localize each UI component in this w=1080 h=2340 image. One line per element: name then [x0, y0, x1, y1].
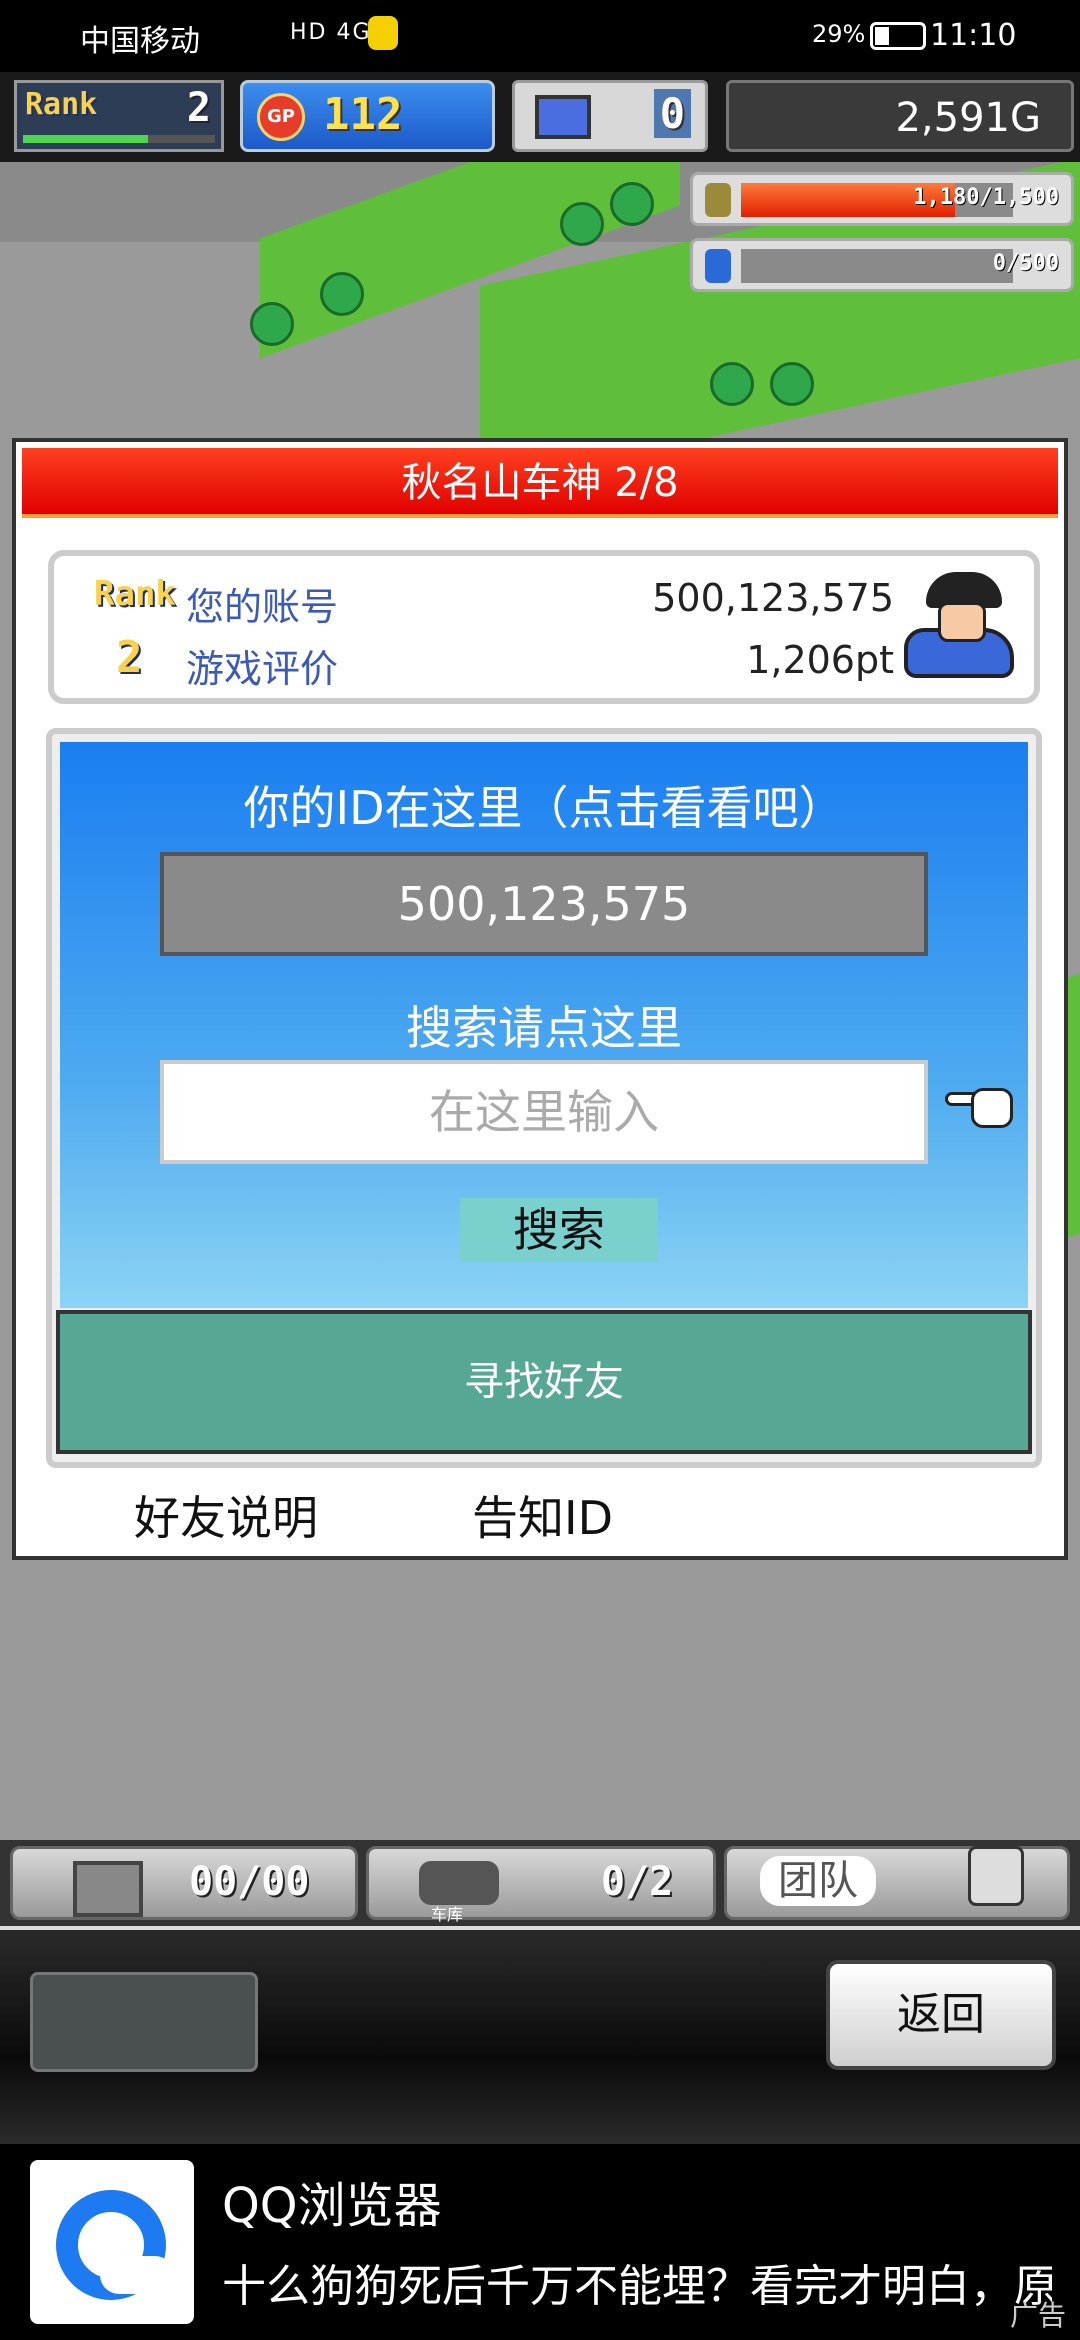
fuel-value: 1,180/1,500 [913, 185, 1059, 210]
status-bar: 中国移动 HD 4G 29% 11:10 [0, 0, 1080, 72]
face-sprite [938, 602, 986, 642]
search-input[interactable]: 在这里输入 [160, 1060, 928, 1164]
account-label: 您的账号 [186, 585, 339, 629]
player-info-card: Rank 2 您的账号 500,123,575 游戏评价 1,206pt [48, 550, 1040, 704]
top-hud: Rank 2 GP 112 0 2,591G [0, 72, 1080, 162]
bush [560, 202, 604, 246]
gp-panel[interactable]: GP 112 [240, 80, 495, 152]
bush [250, 302, 294, 346]
bush [710, 362, 754, 406]
pointing-hand-icon [945, 1082, 1015, 1132]
computer-icon [535, 95, 591, 139]
clock: 11:10 [930, 18, 1017, 53]
find-friend-button[interactable]: 寻找好友 [56, 1310, 1032, 1454]
menu-placeholder-button[interactable] [30, 1972, 258, 2072]
garage-stat[interactable]: 车库 0/2 [366, 1846, 716, 1924]
carrier-label: 中国移动 [80, 24, 200, 59]
crate-icon [73, 1861, 143, 1917]
energy-bar: 0/500 [690, 238, 1074, 292]
energy-value: 0/500 [992, 251, 1059, 276]
rank-value: 2 [116, 632, 143, 683]
ad-banner[interactable]: QQ浏览器 十么狗狗死后千万不能埋？看完才明白，原来 广告 [0, 2144, 1080, 2340]
rating-value: 1,206pt [746, 638, 894, 682]
gold-value: 2,591G [895, 95, 1041, 141]
my-id-field[interactable]: 500,123,575 [160, 852, 928, 956]
energy-track [741, 249, 1013, 283]
bush [610, 182, 654, 226]
logo-cloud [100, 2256, 174, 2294]
garage-value: 0/2 [601, 1859, 674, 1905]
app-notification-icon [368, 16, 398, 50]
garage-label: 车库 [431, 1905, 464, 1924]
mascot-icon [968, 1846, 1024, 1906]
lower-controls: 返回 [0, 1926, 1080, 2144]
rank-value: 2 [186, 85, 211, 131]
battery-percent: 29% [812, 20, 866, 48]
bush [320, 272, 364, 316]
friend-help-link[interactable]: 好友说明 [134, 1482, 318, 1548]
gold-panel: 2,591G [726, 80, 1074, 152]
storage-value: 00/00 [189, 1859, 310, 1905]
team-label[interactable]: 团队 [760, 1856, 876, 1906]
energy-icon [705, 249, 731, 283]
storage-stat[interactable]: 00/00 [10, 1846, 358, 1920]
qq-browser-logo-icon [30, 2160, 194, 2324]
search-button[interactable]: 搜索 [460, 1198, 658, 1262]
fuel-bar: 1,180/1,500 [690, 172, 1074, 226]
rank-label: Rank [94, 574, 176, 614]
rank-progress-fill [23, 135, 148, 143]
search-prompt: 搜索请点这里 [406, 1001, 682, 1055]
fuel-icon [705, 183, 731, 217]
rank-label: Rank [25, 87, 98, 122]
account-value: 500,123,575 [652, 576, 894, 620]
gp-value: 112 [323, 89, 403, 140]
rating-label: 游戏评价 [186, 647, 339, 691]
id-panel: 你的ID在这里（点击看看吧） 500,123,575 搜索请点这里 在这里输入 … [46, 728, 1042, 1468]
dialog-title: 秋名山车神 2/8 [22, 448, 1058, 518]
ad-text: 十么狗狗死后千万不能埋？看完才明白，原来 [222, 2261, 1052, 2312]
battery-icon [870, 22, 926, 50]
id-search-area: 你的ID在这里（点击看看吧） 500,123,575 搜索请点这里 在这里输入 … [60, 742, 1028, 1308]
id-prompt: 你的ID在这里（点击看看吧） [243, 781, 845, 835]
rank-progress-bar [23, 135, 215, 143]
ad-tag: 广告 [1010, 2299, 1067, 2332]
computer-value: 0 [653, 89, 691, 138]
palm-shape [971, 1088, 1013, 1128]
signal-icon: HD 4G [290, 20, 372, 45]
bush [770, 362, 814, 406]
back-button[interactable]: 返回 [826, 1960, 1056, 2070]
gp-coin-icon: GP [257, 93, 305, 141]
garage-car-icon [419, 1861, 499, 1905]
ad-title: QQ浏览器 [222, 2178, 442, 2234]
computer-panel[interactable]: 0 [512, 80, 708, 152]
rank-panel[interactable]: Rank 2 [14, 80, 224, 152]
player-avatar [900, 564, 1020, 690]
bottom-stats-bar: 00/00 车库 0/2 团队 [0, 1840, 1080, 1926]
friend-dialog: 秋名山车神 2/8 Rank 2 您的账号 500,123,575 游戏评价 1… [12, 438, 1068, 1560]
share-id-link[interactable]: 告知ID [472, 1482, 613, 1548]
